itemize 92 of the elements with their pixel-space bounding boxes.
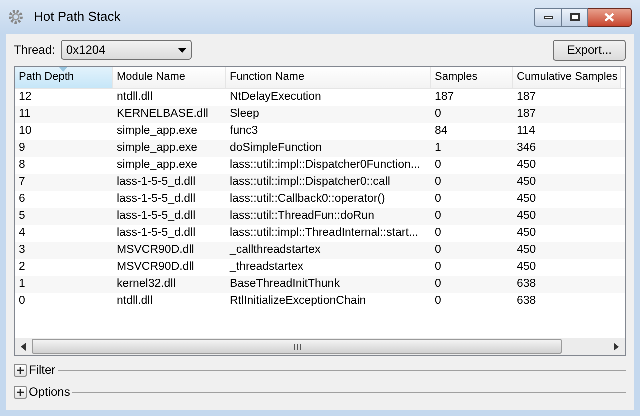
plus-icon	[16, 388, 25, 396]
table-cell-text: RtlInitializeExceptionChain	[229, 294, 368, 309]
table-cell-text: 5	[18, 209, 26, 224]
table-cell-text: 10	[18, 124, 33, 139]
column-header[interactable]: Module Name	[113, 67, 226, 88]
table-cell-text: KERNELBASE.dll	[116, 107, 210, 122]
table-cell-text: 450	[516, 192, 538, 207]
thread-dropdown[interactable]: 0x1204	[61, 40, 192, 60]
table-cell-text: kernel32.dll	[116, 277, 177, 292]
table-cell-text: 4	[18, 226, 26, 241]
table-cell-text: lass-1-5-5_d.dll	[116, 209, 197, 224]
table-cell-text: 450	[516, 260, 538, 275]
column-header[interactable]: Path Depth	[15, 67, 113, 88]
table-cell-text: 8	[18, 158, 26, 173]
table-cell-text: 9	[18, 141, 26, 156]
close-button[interactable]	[588, 8, 632, 26]
scroll-right-icon	[614, 342, 619, 350]
table-cell-text: ntdll.dll	[116, 90, 154, 105]
table-cell-text: doSimpleFunction	[229, 141, 324, 156]
grip-icon	[294, 344, 300, 350]
scroll-left-icon	[21, 342, 26, 350]
table-cell-text: MSVCR90D.dll	[116, 243, 196, 258]
section-title: Options	[29, 384, 70, 401]
table-cell-text: 638	[516, 294, 538, 309]
table-cell-text: 0	[434, 158, 442, 173]
table-cell-text: simple_app.exe	[116, 124, 199, 139]
table-cell-text: 0	[434, 209, 442, 224]
sort-arrow-icon	[59, 67, 68, 72]
table-cell-text: lass::util::impl::Dispatcher0::call	[229, 175, 392, 190]
table-cell-text: simple_app.exe	[116, 141, 199, 156]
table-cell-text: 3	[18, 243, 26, 258]
table-cell-text: 0	[434, 226, 442, 241]
close-icon	[604, 12, 615, 22]
table-cell-text: 450	[516, 243, 538, 258]
table-cell-text: _callthreadstartex	[228, 243, 322, 258]
table-cell-text: _threadstartex	[228, 260, 305, 275]
table-cell-text: 450	[516, 158, 538, 173]
table-cell-text: lass-1-5-5_d.dll	[116, 192, 197, 207]
table-cell-text: 450	[516, 175, 538, 190]
table-cell-text: 0	[434, 107, 442, 122]
thread-label: Thread:	[14, 42, 56, 59]
expand-toggle[interactable]	[14, 386, 27, 398]
section-title: Filter	[29, 362, 56, 379]
table-cell-text: ntdll.dll	[116, 294, 154, 309]
table-cell-text: 0	[434, 260, 442, 275]
table-cell-text: 638	[516, 277, 538, 292]
table-cell-text: 2	[18, 260, 26, 275]
scrollbar-thumb[interactable]	[32, 339, 562, 354]
table-cell-text: lass::util::impl::Dispatcher0Function...	[229, 158, 422, 173]
gear-icon	[8, 9, 24, 25]
maximize-button[interactable]	[562, 8, 588, 26]
column-header[interactable]: Cumulative Samples	[513, 67, 621, 88]
table-cell-text: lass::util::Callback0::operator()	[229, 192, 386, 207]
table-cell-text: 187	[516, 90, 538, 105]
dropdown-arrow-icon	[178, 48, 188, 52]
table-cell-text: 450	[516, 226, 538, 241]
table-cell-text: 187	[434, 90, 456, 105]
table-cell-text: 0	[18, 294, 26, 309]
table-cell-text: MSVCR90D.dll	[116, 260, 196, 275]
expand-toggle[interactable]	[14, 364, 27, 376]
table-cell-text: lass-1-5-5_d.dll	[116, 175, 197, 190]
horizontal-scrollbar[interactable]	[15, 338, 625, 355]
table-cell-text: func3	[229, 124, 260, 139]
plus-icon	[16, 366, 25, 374]
table-cell-text: 0	[434, 294, 442, 309]
table-cell-text: 0	[434, 277, 442, 292]
table-cell-text: lass::util::impl::ThreadInternal::start...	[229, 226, 420, 241]
table-cell-text: Sleep	[229, 107, 260, 122]
window-title: Hot Path Stack	[34, 8, 121, 26]
table-cell-text: BaseThreadInitThunk	[229, 277, 341, 292]
table-cell-text: lass-1-5-5_d.dll	[116, 226, 197, 241]
table-cell-text: 346	[516, 141, 538, 156]
table-cell-text: 0	[434, 175, 442, 190]
column-header[interactable]: Samples	[431, 67, 513, 88]
table-cell-text: simple_app.exe	[116, 158, 199, 173]
table-cell-text: 114	[516, 124, 536, 139]
table-cell-text: 1	[434, 141, 442, 156]
table-cell-text: 1	[18, 277, 26, 292]
table-cell-text: 7	[18, 175, 26, 190]
export-button[interactable]: Export...	[553, 40, 626, 60]
table-cell-text: 187	[516, 107, 538, 122]
table-cell-text: 84	[434, 124, 449, 139]
table-cell-text: 12	[18, 90, 33, 105]
table-cell-text: NtDelayExecution	[229, 90, 322, 105]
table-cell-text: 0	[434, 243, 442, 258]
table-cell-text: 6	[18, 192, 26, 207]
minimize-button[interactable]	[534, 8, 562, 26]
table-cell-text: 0	[434, 192, 442, 207]
table-cell-text: 450	[516, 209, 538, 224]
column-header[interactable]: Function Name	[226, 67, 431, 88]
table-cell-text: lass::util::ThreadFun::doRun	[229, 209, 376, 224]
table-cell-text: 11	[18, 107, 32, 122]
